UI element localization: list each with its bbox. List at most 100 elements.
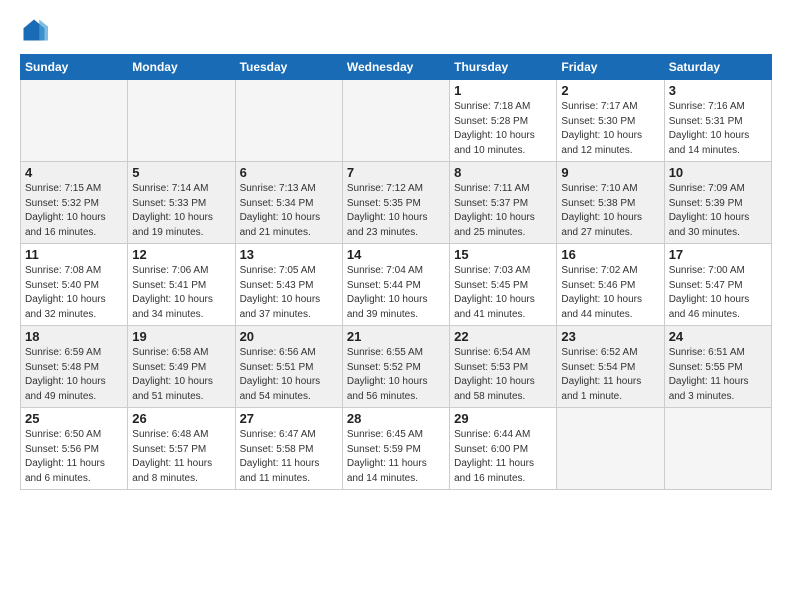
- col-header-wednesday: Wednesday: [342, 55, 449, 80]
- day-number: 28: [347, 411, 445, 426]
- col-header-thursday: Thursday: [450, 55, 557, 80]
- calendar-cell: 25 Sunrise: 6:50 AM Sunset: 5:56 PM Dayli…: [21, 408, 128, 490]
- day-info: Sunrise: 7:16 AM Sunset: 5:31 PM Dayligh…: [669, 100, 767, 158]
- calendar-cell: 8 Sunrise: 7:11 AM Sunset: 5:37 PM Daylig…: [450, 162, 557, 244]
- day-info: Sunrise: 6:55 AM Sunset: 5:52 PM Dayligh…: [347, 346, 445, 404]
- calendar-cell: 21 Sunrise: 6:55 AM Sunset: 5:52 PM Dayli…: [342, 326, 449, 408]
- day-number: 20: [240, 329, 338, 344]
- day-info: Sunrise: 6:51 AM Sunset: 5:55 PM Dayligh…: [669, 346, 767, 404]
- calendar-cell: 20Sunrise: 6:56 AM Sunset: 5:51 PM Dayli…: [235, 326, 342, 408]
- calendar-week-4: 18 Sunrise: 6:59 AM Sunset: 5:48 PM Dayli…: [21, 326, 772, 408]
- calendar-cell: 22 Sunrise: 6:54 AM Sunset: 5:53 PM Dayli…: [450, 326, 557, 408]
- day-info: Sunrise: 7:18 AM Sunset: 5:28 PM Dayligh…: [454, 100, 552, 158]
- day-number: 14: [347, 247, 445, 262]
- col-header-sunday: Sunday: [21, 55, 128, 80]
- day-number: 24: [669, 329, 767, 344]
- calendar-cell: [664, 408, 771, 490]
- day-info: Sunrise: 7:14 AM Sunset: 5:33 PM Dayligh…: [132, 182, 230, 240]
- day-number: 16: [561, 247, 659, 262]
- day-info: Sunrise: 7:02 AM Sunset: 5:46 PM Dayligh…: [561, 264, 659, 322]
- day-number: 23: [561, 329, 659, 344]
- calendar-cell: 7 Sunrise: 7:12 AM Sunset: 5:35 PM Daylig…: [342, 162, 449, 244]
- calendar-cell: 19 Sunrise: 6:58 AM Sunset: 5:49 PM Dayli…: [128, 326, 235, 408]
- day-info: Sunrise: 6:48 AM Sunset: 5:57 PM Dayligh…: [132, 428, 230, 486]
- day-info: Sunrise: 6:58 AM Sunset: 5:49 PM Dayligh…: [132, 346, 230, 404]
- day-number: 27: [240, 411, 338, 426]
- calendar-cell: 29Sunrise: 6:44 AM Sunset: 6:00 PM Dayli…: [450, 408, 557, 490]
- header: [20, 16, 772, 44]
- calendar-cell: 28 Sunrise: 6:45 AM Sunset: 5:59 PM Dayli…: [342, 408, 449, 490]
- calendar-cell: 6 Sunrise: 7:13 AM Sunset: 5:34 PM Daylig…: [235, 162, 342, 244]
- calendar-cell: 9Sunrise: 7:10 AM Sunset: 5:38 PM Daylig…: [557, 162, 664, 244]
- calendar-header-row: SundayMondayTuesdayWednesdayThursdayFrid…: [21, 55, 772, 80]
- calendar-cell: 17Sunrise: 7:00 AM Sunset: 5:47 PM Dayli…: [664, 244, 771, 326]
- day-info: Sunrise: 7:13 AM Sunset: 5:34 PM Dayligh…: [240, 182, 338, 240]
- calendar: SundayMondayTuesdayWednesdayThursdayFrid…: [20, 54, 772, 490]
- day-info: Sunrise: 6:52 AM Sunset: 5:54 PM Dayligh…: [561, 346, 659, 404]
- day-number: 13: [240, 247, 338, 262]
- calendar-cell: 5 Sunrise: 7:14 AM Sunset: 5:33 PM Daylig…: [128, 162, 235, 244]
- day-info: Sunrise: 7:08 AM Sunset: 5:40 PM Dayligh…: [25, 264, 123, 322]
- day-number: 15: [454, 247, 552, 262]
- calendar-cell: 4Sunrise: 7:15 AM Sunset: 5:32 PM Daylig…: [21, 162, 128, 244]
- day-number: 29: [454, 411, 552, 426]
- day-number: 18: [25, 329, 123, 344]
- calendar-week-1: 1 Sunrise: 7:18 AM Sunset: 5:28 PM Daylig…: [21, 80, 772, 162]
- day-number: 19: [132, 329, 230, 344]
- day-number: 21: [347, 329, 445, 344]
- day-info: Sunrise: 7:04 AM Sunset: 5:44 PM Dayligh…: [347, 264, 445, 322]
- day-number: 26: [132, 411, 230, 426]
- day-info: Sunrise: 6:45 AM Sunset: 5:59 PM Dayligh…: [347, 428, 445, 486]
- day-number: 12: [132, 247, 230, 262]
- day-number: 25: [25, 411, 123, 426]
- day-number: 1: [454, 83, 552, 98]
- day-number: 22: [454, 329, 552, 344]
- day-number: 7: [347, 165, 445, 180]
- col-header-monday: Monday: [128, 55, 235, 80]
- calendar-cell: 23 Sunrise: 6:52 AM Sunset: 5:54 PM Dayli…: [557, 326, 664, 408]
- day-info: Sunrise: 7:12 AM Sunset: 5:35 PM Dayligh…: [347, 182, 445, 240]
- calendar-cell: [557, 408, 664, 490]
- day-number: 10: [669, 165, 767, 180]
- day-info: Sunrise: 7:09 AM Sunset: 5:39 PM Dayligh…: [669, 182, 767, 240]
- day-info: Sunrise: 6:59 AM Sunset: 5:48 PM Dayligh…: [25, 346, 123, 404]
- calendar-cell: [342, 80, 449, 162]
- page: SundayMondayTuesdayWednesdayThursdayFrid…: [0, 0, 792, 612]
- day-number: 6: [240, 165, 338, 180]
- calendar-cell: 14 Sunrise: 7:04 AM Sunset: 5:44 PM Dayli…: [342, 244, 449, 326]
- calendar-cell: 13Sunrise: 7:05 AM Sunset: 5:43 PM Dayli…: [235, 244, 342, 326]
- calendar-cell: 16 Sunrise: 7:02 AM Sunset: 5:46 PM Dayli…: [557, 244, 664, 326]
- day-info: Sunrise: 7:10 AM Sunset: 5:38 PM Dayligh…: [561, 182, 659, 240]
- day-info: Sunrise: 7:03 AM Sunset: 5:45 PM Dayligh…: [454, 264, 552, 322]
- day-info: Sunrise: 7:17 AM Sunset: 5:30 PM Dayligh…: [561, 100, 659, 158]
- day-info: Sunrise: 7:06 AM Sunset: 5:41 PM Dayligh…: [132, 264, 230, 322]
- day-number: 8: [454, 165, 552, 180]
- col-header-tuesday: Tuesday: [235, 55, 342, 80]
- calendar-cell: 2 Sunrise: 7:17 AM Sunset: 5:30 PM Daylig…: [557, 80, 664, 162]
- col-header-saturday: Saturday: [664, 55, 771, 80]
- day-number: 4: [25, 165, 123, 180]
- calendar-cell: [21, 80, 128, 162]
- calendar-cell: 12 Sunrise: 7:06 AM Sunset: 5:41 PM Dayli…: [128, 244, 235, 326]
- calendar-week-5: 25 Sunrise: 6:50 AM Sunset: 5:56 PM Dayli…: [21, 408, 772, 490]
- logo: [20, 16, 52, 44]
- calendar-cell: 11 Sunrise: 7:08 AM Sunset: 5:40 PM Dayli…: [21, 244, 128, 326]
- day-number: 11: [25, 247, 123, 262]
- calendar-week-2: 4Sunrise: 7:15 AM Sunset: 5:32 PM Daylig…: [21, 162, 772, 244]
- day-number: 17: [669, 247, 767, 262]
- day-info: Sunrise: 6:54 AM Sunset: 5:53 PM Dayligh…: [454, 346, 552, 404]
- day-info: Sunrise: 6:50 AM Sunset: 5:56 PM Dayligh…: [25, 428, 123, 486]
- day-number: 2: [561, 83, 659, 98]
- calendar-cell: 10 Sunrise: 7:09 AM Sunset: 5:39 PM Dayli…: [664, 162, 771, 244]
- calendar-cell: 15 Sunrise: 7:03 AM Sunset: 5:45 PM Dayli…: [450, 244, 557, 326]
- day-info: Sunrise: 6:47 AM Sunset: 5:58 PM Dayligh…: [240, 428, 338, 486]
- day-number: 3: [669, 83, 767, 98]
- day-number: 5: [132, 165, 230, 180]
- calendar-cell: [235, 80, 342, 162]
- calendar-cell: [128, 80, 235, 162]
- calendar-cell: 24 Sunrise: 6:51 AM Sunset: 5:55 PM Dayli…: [664, 326, 771, 408]
- calendar-cell: 27 Sunrise: 6:47 AM Sunset: 5:58 PM Dayli…: [235, 408, 342, 490]
- day-info: Sunrise: 7:11 AM Sunset: 5:37 PM Dayligh…: [454, 182, 552, 240]
- calendar-cell: 26 Sunrise: 6:48 AM Sunset: 5:57 PM Dayli…: [128, 408, 235, 490]
- calendar-cell: 3 Sunrise: 7:16 AM Sunset: 5:31 PM Daylig…: [664, 80, 771, 162]
